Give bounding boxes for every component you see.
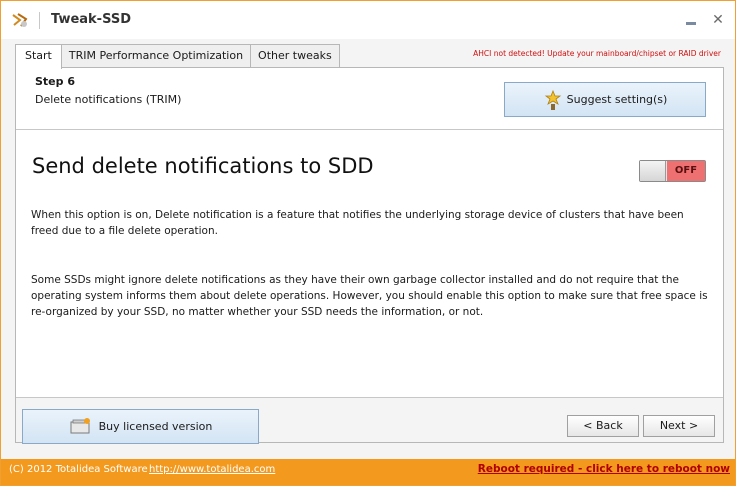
tab-bar: Start TRIM Performance Optimization Othe… xyxy=(15,44,340,69)
main-panel: Step 6 Delete notifications (TRIM) Sugge… xyxy=(15,67,724,444)
next-button[interactable]: Next > xyxy=(643,415,715,437)
buy-licensed-label: Buy licensed version xyxy=(98,420,213,433)
tab-other-tweaks[interactable]: Other tweaks xyxy=(250,44,340,68)
window-title: Tweak-SSD xyxy=(51,12,132,27)
buy-licensed-button[interactable]: Buy licensed version xyxy=(22,409,259,444)
tab-trim-performance[interactable]: TRIM Performance Optimization xyxy=(60,44,252,68)
step-header: Step 6 Delete notifications (TRIM) Sugge… xyxy=(16,68,723,130)
suggest-settings-label: Suggest setting(s) xyxy=(566,93,668,106)
copyright-text: (C) 2012 Totalidea Software xyxy=(9,464,148,475)
option-description-1: When this option is on, Delete notificat… xyxy=(31,209,684,237)
option-content: Send delete notifications to SDD OFF Whe… xyxy=(16,130,723,394)
status-bar: (C) 2012 Totalidea Software http://www.t… xyxy=(1,459,735,485)
step-subtitle: Delete notifications (TRIM) xyxy=(35,93,182,106)
option-title: Send delete notifications to SDD xyxy=(32,154,374,178)
option-description-2: Some SSDs might ignore delete notificati… xyxy=(31,274,708,318)
app-logo-icon xyxy=(12,13,28,27)
back-button[interactable]: < Back xyxy=(567,415,639,437)
suggest-settings-button[interactable]: Suggest setting(s) xyxy=(504,82,706,117)
title-separator xyxy=(39,12,40,29)
option-toggle[interactable]: OFF xyxy=(639,160,706,182)
toggle-knob[interactable] xyxy=(640,161,666,181)
ahci-warning-text: AHCI not detected! Update your mainboard… xyxy=(473,49,721,58)
minimize-button[interactable] xyxy=(683,12,699,28)
tab-start[interactable]: Start xyxy=(15,44,62,69)
website-link[interactable]: http://www.totalidea.com xyxy=(149,464,275,475)
title-bar[interactable]: Tweak-SSD ✕ xyxy=(1,1,735,39)
toggle-state-label: OFF xyxy=(667,161,705,181)
wizard-footer: Buy licensed version < Back Next > xyxy=(16,397,723,444)
lamp-icon xyxy=(544,89,561,110)
step-title: Step 6 xyxy=(35,75,75,88)
app-window: Tweak-SSD ✕ Start TRIM Performance Optim… xyxy=(0,0,736,486)
cart-icon xyxy=(70,417,90,433)
reboot-link[interactable]: Reboot required - click here to reboot n… xyxy=(478,463,730,475)
close-button[interactable]: ✕ xyxy=(710,12,726,28)
